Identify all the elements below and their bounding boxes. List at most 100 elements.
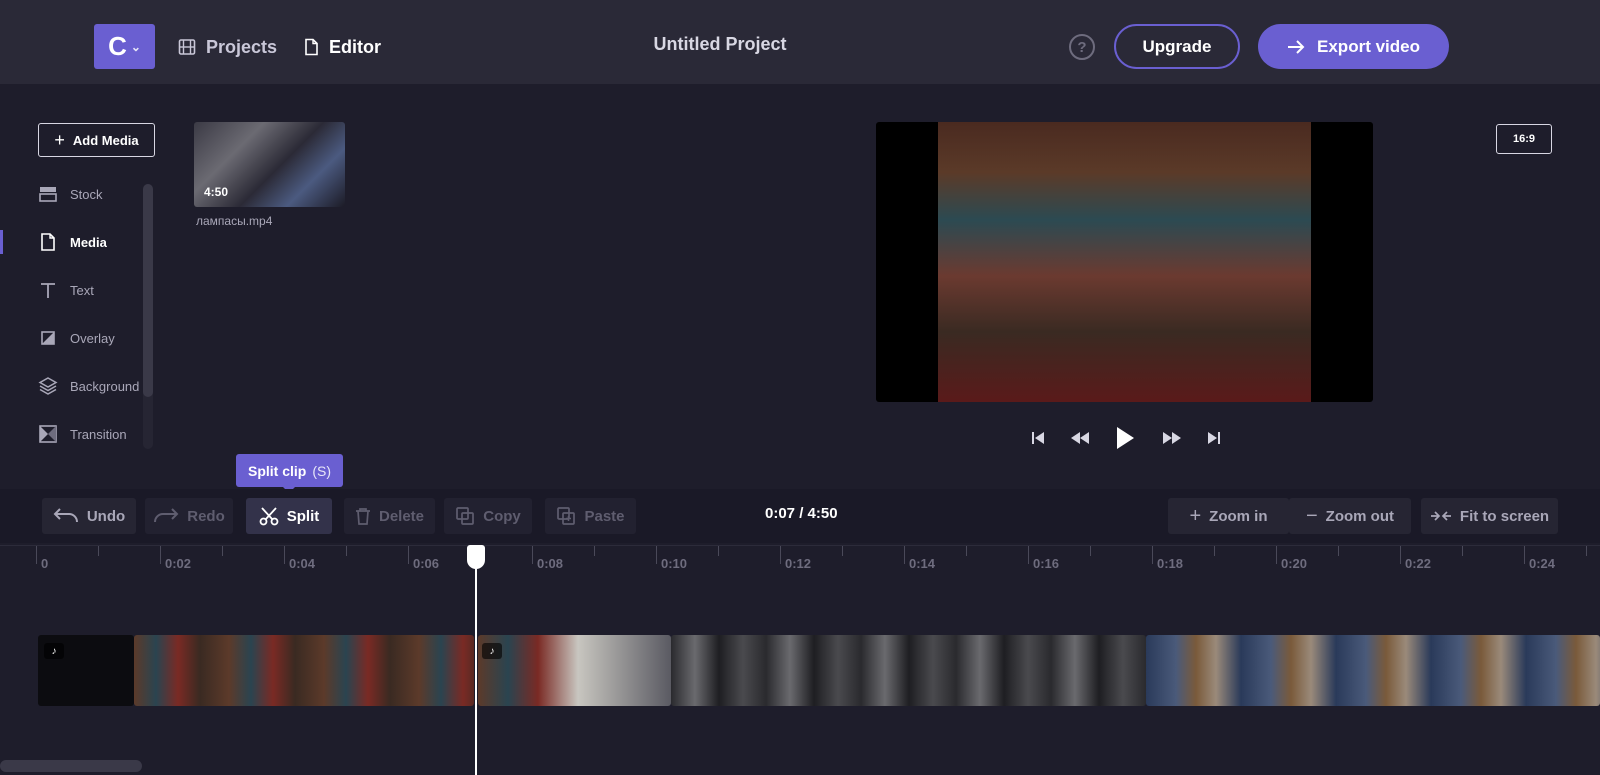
nav-projects[interactable]: Projects: [178, 34, 277, 60]
split-label: Split: [286, 507, 320, 525]
tooltip-label: Split clip: [247, 462, 307, 479]
sidebar-item-label: Overlay: [70, 330, 115, 346]
timecode: 0:07 / 4:50: [765, 505, 838, 522]
split-button[interactable]: Split: [246, 498, 332, 534]
ruler-label: 0:02: [165, 556, 192, 571]
ruler-major-tick: [284, 546, 285, 564]
timeline-clip-blue-room[interactable]: [1146, 635, 1600, 706]
sidebar-item-background[interactable]: Background: [38, 374, 139, 398]
aspect-ratio-button[interactable]: 16:9: [1496, 124, 1552, 154]
sidebar-scrollbar[interactable]: [143, 184, 153, 449]
ruler-label: 0:04: [289, 556, 316, 571]
text-icon: [41, 283, 55, 298]
zoom-in-button[interactable]: + Zoom in: [1168, 498, 1289, 534]
zoom-out-button[interactable]: − Zoom out: [1289, 498, 1411, 534]
stock-icon: [39, 187, 57, 202]
playhead-line[interactable]: [475, 547, 477, 775]
ruler-major-tick: [1524, 546, 1525, 564]
add-media-label: Add Media: [72, 132, 139, 148]
skip-forward-icon[interactable]: [1204, 424, 1224, 452]
ruler-minor-tick: [1462, 546, 1463, 556]
video-preview[interactable]: [876, 122, 1373, 402]
sidebar-item-label: Stock: [70, 186, 103, 202]
ruler-major-tick: [160, 546, 161, 564]
sidebar-item-label: Background: [70, 378, 140, 394]
ruler-label: 0:14: [909, 556, 936, 571]
upgrade-button[interactable]: Upgrade: [1114, 24, 1240, 69]
ruler-label: 0:16: [1033, 556, 1060, 571]
ruler-minor-tick: [1214, 546, 1215, 556]
transition-icon: [39, 425, 57, 443]
play-icon[interactable]: [1113, 424, 1137, 452]
ruler-minor-tick: [222, 546, 223, 556]
delete-button[interactable]: Delete: [344, 498, 435, 534]
sidebar-item-transition[interactable]: Transition: [38, 422, 127, 446]
timeline-clip-bar-scene-2[interactable]: ♪: [478, 635, 671, 706]
timeline-scrollbar-thumb[interactable]: [0, 760, 142, 772]
ruler-major-tick: [1400, 546, 1401, 564]
timeline-clip-grayscale[interactable]: [671, 635, 1146, 706]
ruler-minor-tick: [98, 546, 99, 556]
paste-label: Paste: [584, 507, 625, 525]
ruler-minor-tick: [594, 546, 595, 556]
sidebar-scrollbar-thumb[interactable]: [143, 184, 153, 397]
volume-icon[interactable]: ♪: [482, 643, 502, 659]
nav-editor[interactable]: Editor: [303, 34, 381, 60]
tooltip-shortcut: (S): [312, 462, 331, 479]
timeline-clip-bar-scene[interactable]: [134, 635, 474, 706]
plus-icon: +: [54, 129, 65, 150]
media-duration: 4:50: [204, 185, 229, 199]
layers-icon: [38, 377, 58, 395]
fit-to-screen-button[interactable]: Fit to screen: [1421, 498, 1558, 534]
ruler-minor-tick: [1338, 546, 1339, 556]
paste-button[interactable]: Paste: [545, 498, 636, 534]
sidebar-item-overlay[interactable]: Overlay: [38, 326, 115, 350]
volume-icon[interactable]: ♪: [44, 643, 64, 659]
nav-editor-label: Editor: [329, 36, 381, 57]
export-video-label: Export video: [1317, 36, 1420, 56]
add-media-button[interactable]: + Add Media: [38, 123, 155, 157]
delete-label: Delete: [378, 507, 425, 525]
copy-button[interactable]: Copy: [444, 498, 532, 534]
top-bar: C ⌄ Projects Editor Untitled Project ? U…: [0, 0, 1600, 84]
skip-back-icon[interactable]: [1028, 424, 1048, 452]
ruler-major-tick: [408, 546, 409, 564]
fast-forward-icon[interactable]: [1160, 424, 1184, 452]
timeline-ruler[interactable]: 0 0:02 0:04 0:06 0:08 0:10 0:12 0:14 0:16 0:18 0:2…: [0, 545, 1600, 575]
ruler-label: 0:20: [1281, 556, 1308, 571]
sidebar-item-media[interactable]: Media: [38, 230, 107, 254]
sidebar-item-label: Media: [70, 234, 107, 250]
ruler-label: 0: [41, 556, 49, 571]
fit-to-screen-label: Fit to screen: [1459, 507, 1550, 525]
logo-menu-button[interactable]: C ⌄: [94, 24, 155, 69]
playhead-handle[interactable]: [467, 545, 485, 569]
logo-letter: C: [108, 31, 127, 61]
ruler-label: 0:22: [1405, 556, 1432, 571]
rewind-icon[interactable]: [1068, 424, 1092, 452]
timeline-clip-black[interactable]: ♪: [38, 635, 134, 706]
undo-icon: [53, 508, 78, 523]
ruler-major-tick: [780, 546, 781, 564]
sidebar-item-stock[interactable]: Stock: [38, 182, 103, 206]
ruler-minor-tick: [966, 546, 967, 556]
scissors-icon: [259, 507, 279, 526]
ruler-minor-tick: [842, 546, 843, 556]
zoom-in-label: Zoom in: [1209, 507, 1268, 525]
export-video-button[interactable]: Export video: [1258, 24, 1449, 69]
ruler-major-tick: [1028, 546, 1029, 564]
media-filename: лампасы.mp4: [196, 214, 273, 228]
arrow-right-icon: [1288, 39, 1305, 54]
redo-button[interactable]: Redo: [145, 498, 233, 534]
ruler-minor-tick: [1090, 546, 1091, 556]
ruler-label: 0:18: [1157, 556, 1184, 571]
help-icon[interactable]: ?: [1069, 34, 1095, 60]
chevron-down-icon: ⌄: [130, 39, 141, 54]
paste-icon: [557, 507, 576, 525]
media-thumbnail[interactable]: 4:50: [194, 122, 345, 207]
sidebar-item-text[interactable]: Text: [38, 278, 94, 302]
ruler-label: 0:06: [413, 556, 440, 571]
active-indicator: [0, 230, 3, 254]
project-title[interactable]: Untitled Project: [620, 34, 820, 55]
document-icon: [305, 38, 318, 56]
undo-button[interactable]: Undo: [42, 498, 136, 534]
